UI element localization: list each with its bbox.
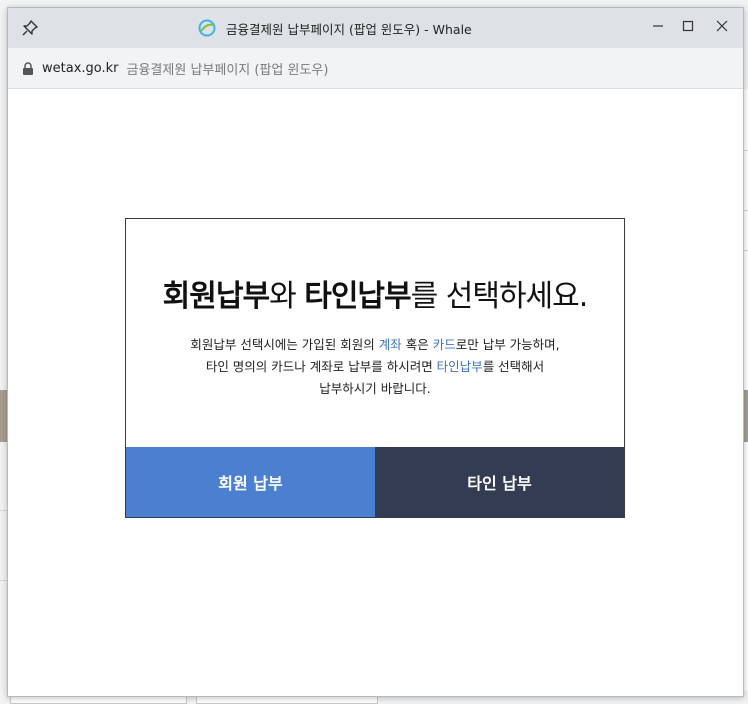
url-domain: wetax.go.kr <box>42 60 119 76</box>
pin-icon[interactable] <box>20 18 40 38</box>
other-payment-button[interactable]: 타인 납부 <box>375 447 624 517</box>
desc-text: 를 선택해서 <box>482 359 545 374</box>
desc-text: 납부하시기 바랍니다. <box>319 381 431 396</box>
desc-text: 혹은 <box>401 337 433 352</box>
title-group: 금융결제원 납부페이지 (팝업 윈도우) - Whale <box>198 8 472 48</box>
desc-text: 로만 납부 가능하며, <box>455 337 560 352</box>
popup-window: 금융결제원 납부페이지 (팝업 윈도우) - Whale wetax.go.kr… <box>7 7 744 697</box>
desc-text: 타인 명의의 카드나 계좌로 납부를 하시려면 <box>205 359 437 374</box>
desc-highlight-other-payment: 타인납부 <box>436 359 483 374</box>
whale-logo-icon <box>198 19 216 37</box>
window-title: 금융결제원 납부페이지 (팝업 윈도우) - Whale <box>226 21 472 37</box>
close-icon[interactable] <box>709 14 735 38</box>
desc-highlight-account: 계좌 <box>378 337 402 352</box>
page-content: 회원납부와 타인납부를 선택하세요. 회원납부 선택시에는 가입된 회원의 계좌… <box>8 89 743 696</box>
desc-text: 회원납부 선택시에는 가입된 회원의 <box>190 337 379 352</box>
heading-suffix: 를 선택하세요. <box>410 279 589 314</box>
title-bar: 금융결제원 납부페이지 (팝업 윈도우) - Whale <box>8 8 743 48</box>
background-divider <box>0 510 7 511</box>
heading-member-payment: 회원납부 <box>162 279 270 314</box>
heading-connector: 와 <box>269 279 305 314</box>
desc-highlight-card: 카드 <box>432 337 456 352</box>
dialog-description: 회원납부 선택시에는 가입된 회원의 계좌 혹은 카드로만 납부 가능하며, 타… <box>126 334 624 400</box>
maximize-icon[interactable] <box>675 14 701 38</box>
minimize-icon[interactable] <box>645 14 671 38</box>
member-payment-button[interactable]: 회원 납부 <box>126 447 375 517</box>
address-bar[interactable]: wetax.go.kr 금융결제원 납부페이지 (팝업 윈도우) <box>8 48 743 89</box>
dialog-button-row: 회원 납부 타인 납부 <box>126 447 624 517</box>
lock-icon <box>22 61 34 75</box>
background-divider <box>0 580 7 581</box>
heading-other-payment: 타인납부 <box>304 279 411 314</box>
payment-type-dialog: 회원납부와 타인납부를 선택하세요. 회원납부 선택시에는 가입된 회원의 계좌… <box>125 218 625 518</box>
url-page-title: 금융결제원 납부페이지 (팝업 윈도우) <box>126 62 329 78</box>
dialog-heading: 회원납부와 타인납부를 선택하세요. <box>126 271 624 315</box>
